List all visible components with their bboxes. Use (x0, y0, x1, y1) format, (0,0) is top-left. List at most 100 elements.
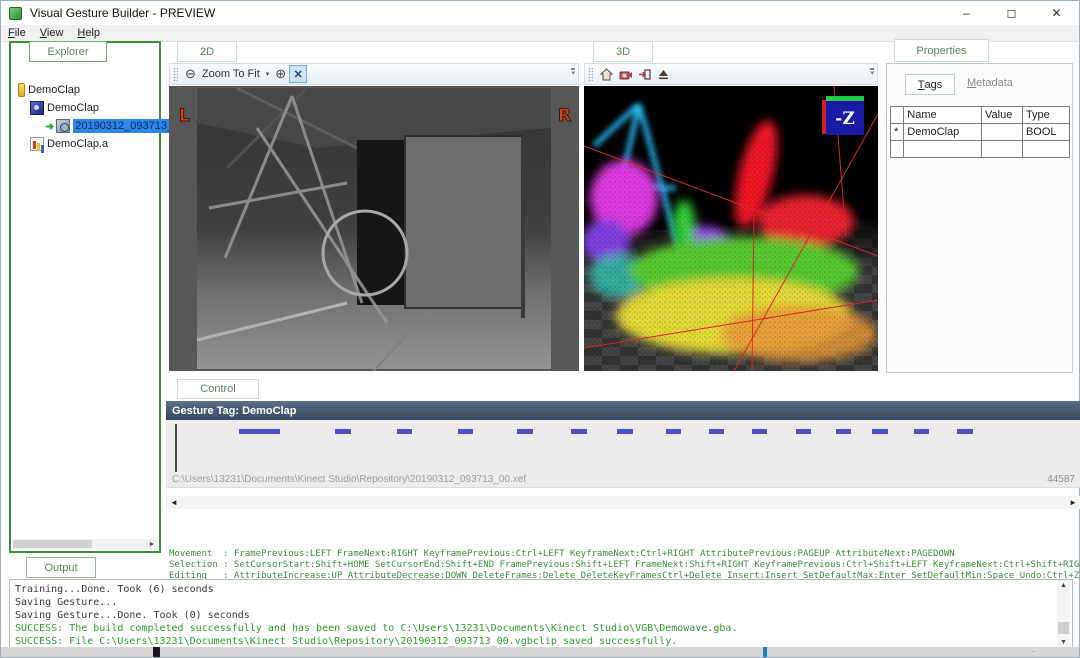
point-cloud-view-3d[interactable]: -Z (584, 86, 878, 371)
output-scrollbar[interactable]: ▲ ▼ (1057, 580, 1070, 648)
close-button[interactable]: ✕ (1034, 1, 1079, 25)
properties-panel: Tags Metadata Name Value Type * DemoClap… (886, 63, 1073, 373)
scroll-right-icon[interactable]: ► (1069, 498, 1077, 507)
toolbar-2d: ⊖ Zoom To Fit ▾ ⊕ ✕ ▾ (169, 63, 579, 85)
title-bar: Visual Gesture Builder - PREVIEW – ◻ ✕ (1, 1, 1079, 25)
visual-gesture-builder-window: Visual Gesture Builder - PREVIEW – ◻ ✕ F… (0, 0, 1080, 658)
timeline-keyframe-mark[interactable] (709, 429, 725, 434)
tag-value-cell[interactable] (982, 124, 1023, 141)
output-line: Saving Gesture...Done. Took (0) seconds (15, 609, 1056, 622)
tree-item[interactable]: ➜ DemoClap (13, 99, 149, 117)
scroll-left-icon[interactable]: ◄ (170, 498, 178, 507)
tab-explorer[interactable]: Explorer (29, 41, 107, 62)
column-name[interactable]: Name (904, 107, 982, 124)
timeline-keyframe-mark[interactable] (872, 429, 888, 434)
scroll-right-icon[interactable]: ► (147, 539, 157, 549)
scrollbar-thumb[interactable] (13, 540, 92, 548)
table-row[interactable] (891, 141, 1070, 158)
tree-item[interactable]: ➜ DemoClap.a (13, 135, 149, 153)
tab-2d[interactable]: 2D (177, 41, 237, 62)
timeline-keyframe-mark[interactable] (239, 429, 280, 434)
depth-view-2d[interactable]: L R (169, 86, 579, 371)
tree-item-icon (18, 83, 25, 97)
output-line: Saving Gesture... (15, 596, 1056, 609)
explorer-horizontal-scrollbar[interactable]: ► (13, 539, 157, 549)
zoom-mode-dropdown[interactable]: Zoom To Fit (199, 65, 263, 83)
window-title: Visual Gesture Builder - PREVIEW (30, 6, 215, 20)
column-value[interactable]: Value (982, 107, 1023, 124)
column-type[interactable]: Type (1022, 107, 1069, 124)
timeline-keyframe-mark[interactable] (397, 429, 413, 434)
keyboard-help-text: Movement : FramePrevious:LEFT FrameNext:… (169, 516, 1079, 582)
tab-output[interactable]: Output (26, 557, 96, 578)
timeline-keyframe-mark[interactable] (617, 429, 633, 434)
scrollbar-thumb[interactable] (1058, 622, 1069, 634)
gesture-tag-header: Gesture Tag: DemoClap (166, 401, 1080, 420)
table-row[interactable]: * DemoClap BOOL (891, 124, 1070, 141)
toolbar-grip-icon[interactable] (588, 67, 593, 81)
output-line: Training...Done. Took (6) seconds (15, 583, 1056, 596)
timeline-keyframe-mark[interactable] (666, 429, 682, 434)
scroll-down-icon[interactable]: ▼ (1057, 639, 1070, 646)
table-header-row: Name Value Type (891, 107, 1070, 124)
timeline-keyframe-mark[interactable] (335, 429, 351, 434)
taskbar-dark-tick (153, 647, 160, 657)
timeline-keyframe-mark[interactable] (836, 429, 852, 434)
right-marker: R (558, 106, 571, 126)
tab-control[interactable]: Control (177, 379, 259, 399)
menu-item[interactable]: Help (70, 27, 107, 39)
menu-item[interactable]: File (1, 27, 33, 39)
tag-name-cell[interactable]: DemoClap (904, 124, 982, 141)
close-view-icon[interactable]: ✕ (289, 65, 307, 83)
tree-item-icon (30, 101, 44, 115)
toolbar-overflow-icon[interactable]: ▾ (571, 68, 575, 78)
home-view-icon[interactable] (599, 67, 614, 82)
frame-count-label: 44587 (1047, 474, 1075, 485)
tree-item-label: DemoClap (28, 84, 80, 96)
timeline-keyframe-mark[interactable] (517, 429, 533, 434)
timeline-cursor[interactable] (175, 424, 177, 472)
maximize-button[interactable]: ◻ (989, 1, 1034, 25)
help-line: Selection : SetCursorStart:Shift+HOME Se… (169, 560, 1079, 571)
timeline-keyframe-mark[interactable] (957, 429, 973, 434)
timeline-keyframe-mark[interactable] (914, 429, 930, 434)
tree-item[interactable]: ➜ 20190312_093713_00 (13, 117, 149, 135)
timeline-keyframe-mark[interactable] (458, 429, 474, 434)
timeline-keyframe-mark[interactable] (796, 429, 812, 434)
point-cloud (584, 104, 878, 371)
gesture-timeline[interactable]: C:\Users\13231\Documents\Kinect Studio\R… (166, 420, 1080, 488)
output-line: SUCCESS: The build completed successfull… (15, 622, 1056, 635)
timeline-keyframe-mark[interactable] (752, 429, 768, 434)
tab-metadata[interactable]: Metadata (967, 77, 1013, 89)
taskbar-gray-mark: ~ (1031, 649, 1035, 656)
orbit-camera-icon[interactable] (618, 67, 633, 82)
axis-cube: -Z (822, 96, 864, 135)
tab-tags[interactable]: Tags (905, 74, 955, 95)
tab-properties[interactable]: Properties (894, 39, 989, 62)
tree-item[interactable]: ➜ DemoClap (13, 81, 149, 99)
scroll-up-icon[interactable]: ▲ (1057, 582, 1070, 589)
toolbar-grip-icon[interactable] (173, 67, 178, 81)
zoom-out-icon[interactable]: ⊖ (182, 65, 199, 83)
pan-view-icon[interactable] (637, 67, 652, 82)
depth-image (197, 88, 551, 371)
tab-3d[interactable]: 3D (593, 41, 653, 62)
zoom-extents-icon[interactable] (656, 67, 671, 82)
current-item-arrow-icon: ➜ (45, 120, 54, 133)
axis-label: -Z (835, 109, 854, 129)
left-marker: L (179, 106, 190, 126)
taskbar-edge: ~ (1, 647, 1079, 657)
toolbar-3d: ▾ (584, 63, 878, 85)
timeline-keyframe-mark[interactable] (571, 429, 587, 434)
output-log[interactable]: Training...Done. Took (6) secondsSaving … (9, 579, 1073, 649)
chevron-down-icon[interactable]: ▾ (266, 70, 270, 78)
toolbar-overflow-icon[interactable]: ▾ (870, 68, 874, 78)
tree-item-label: DemoClap (47, 102, 99, 114)
tag-type-cell[interactable]: BOOL (1022, 124, 1069, 141)
minimize-button[interactable]: – (944, 1, 989, 25)
tree-item-icon (30, 137, 44, 151)
menu-item[interactable]: View (33, 27, 71, 39)
zoom-in-icon[interactable]: ⊕ (272, 65, 289, 83)
timeline-scrollbar[interactable]: ◄ ► (166, 496, 1080, 509)
row-marker: * (891, 124, 904, 141)
